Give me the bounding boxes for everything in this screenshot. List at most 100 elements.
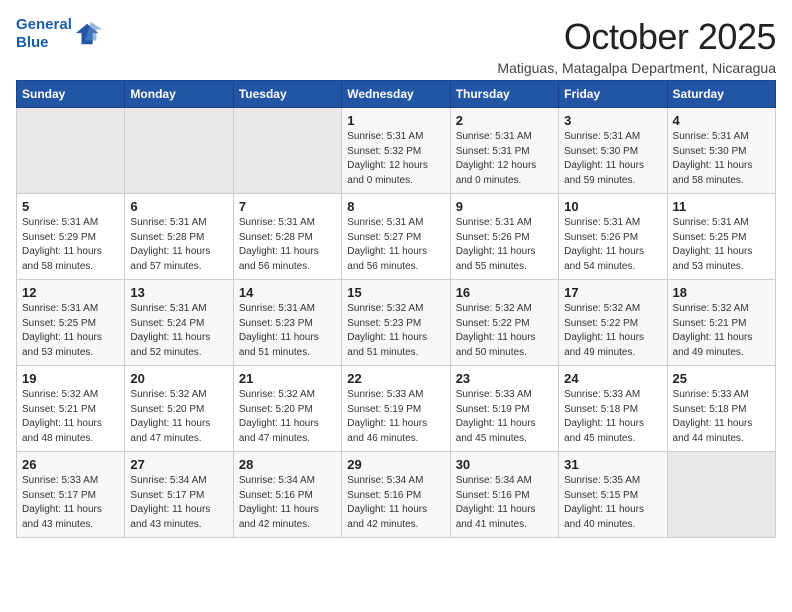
day-info: Sunrise: 5:32 AMSunset: 5:20 PMDaylight:…: [239, 388, 336, 446]
day-number: 19: [22, 371, 119, 386]
day-number: 5: [22, 199, 119, 214]
day-number: 13: [130, 285, 227, 300]
calendar-cell: 2Sunrise: 5:31 AMSunset: 5:31 PMDaylight…: [450, 108, 558, 194]
day-info: Sunrise: 5:31 AMSunset: 5:27 PMDaylight:…: [347, 216, 444, 274]
calendar-cell: 12 Sunrise: 5:31 AMSunset: 5:25 PMDayligh…: [17, 280, 125, 366]
day-number: 29: [347, 457, 444, 472]
day-number: 24: [564, 371, 661, 386]
calendar-cell: 13 Sunrise: 5:31 AMSunset: 5:24 PMDayligh…: [125, 280, 233, 366]
day-number: 1: [347, 113, 444, 128]
day-info: Sunrise: 5:31 AMSunset: 5:25 PMDaylight:…: [673, 216, 770, 274]
day-info: Sunrise: 5:31 AMSunset: 5:26 PMDaylight:…: [564, 216, 661, 274]
day-number: 4: [673, 113, 770, 128]
calendar-week-row: 1 Sunrise: 5:31 AMSunset: 5:32 PMDaylight…: [17, 108, 776, 194]
day-number: 17: [564, 285, 661, 300]
weekday-header-sunday: Sunday: [17, 81, 125, 108]
day-number: 6: [130, 199, 227, 214]
weekday-header-friday: Friday: [559, 81, 667, 108]
day-info: Sunrise: 5:32 AMSunset: 5:20 PMDaylight:…: [130, 388, 227, 446]
calendar-week-row: 26Sunrise: 5:33 AMSunset: 5:17 PMDayligh…: [17, 452, 776, 538]
day-number: 10: [564, 199, 661, 214]
calendar-cell: 24 Sunrise: 5:33 AMSunset: 5:18 PMDayligh…: [559, 366, 667, 452]
weekday-header-monday: Monday: [125, 81, 233, 108]
logo: GeneralBlue: [16, 16, 102, 52]
calendar-cell: [17, 108, 125, 194]
day-number: 26: [22, 457, 119, 472]
day-info: Sunrise: 5:34 AMSunset: 5:16 PMDaylight:…: [456, 474, 553, 532]
calendar-cell: 11 Sunrise: 5:31 AMSunset: 5:25 PMDayligh…: [667, 194, 775, 280]
day-number: 25: [673, 371, 770, 386]
day-info: Sunrise: 5:33 AMSunset: 5:18 PMDaylight:…: [564, 388, 661, 446]
day-number: 31: [564, 457, 661, 472]
calendar-cell: 28Sunrise: 5:34 AMSunset: 5:16 PMDayligh…: [233, 452, 341, 538]
weekday-header-thursday: Thursday: [450, 81, 558, 108]
day-info: Sunrise: 5:31 AMSunset: 5:25 PMDaylight:…: [22, 302, 119, 360]
day-number: 20: [130, 371, 227, 386]
day-info: Sunrise: 5:33 AMSunset: 5:19 PMDaylight:…: [456, 388, 553, 446]
calendar-cell: 16 Sunrise: 5:32 AMSunset: 5:22 PMDayligh…: [450, 280, 558, 366]
calendar-cell: 8 Sunrise: 5:31 AMSunset: 5:27 PMDaylight…: [342, 194, 450, 280]
weekday-header-tuesday: Tuesday: [233, 81, 341, 108]
day-number: 3: [564, 113, 661, 128]
day-number: 14: [239, 285, 336, 300]
day-number: 30: [456, 457, 553, 472]
day-number: 21: [239, 371, 336, 386]
calendar-cell: 30 Sunrise: 5:34 AMSunset: 5:16 PMDayligh…: [450, 452, 558, 538]
calendar-cell: 31 Sunrise: 5:35 AMSunset: 5:15 PMDayligh…: [559, 452, 667, 538]
day-number: 28: [239, 457, 336, 472]
calendar-cell: [125, 108, 233, 194]
calendar-cell: 1 Sunrise: 5:31 AMSunset: 5:32 PMDaylight…: [342, 108, 450, 194]
calendar-cell: 20 Sunrise: 5:32 AMSunset: 5:20 PMDayligh…: [125, 366, 233, 452]
calendar-cell: 22 Sunrise: 5:33 AMSunset: 5:19 PMDayligh…: [342, 366, 450, 452]
day-number: 18: [673, 285, 770, 300]
calendar-cell: 4Sunrise: 5:31 AMSunset: 5:30 PMDaylight…: [667, 108, 775, 194]
calendar-cell: 23 Sunrise: 5:33 AMSunset: 5:19 PMDayligh…: [450, 366, 558, 452]
day-info: Sunrise: 5:31 AMSunset: 5:26 PMDaylight:…: [456, 216, 553, 274]
calendar-table: SundayMondayTuesdayWednesdayThursdayFrid…: [16, 80, 776, 538]
day-info: Sunrise: 5:35 AMSunset: 5:15 PMDaylight:…: [564, 474, 661, 532]
month-title: October 2025: [497, 16, 776, 58]
calendar-cell: 10 Sunrise: 5:31 AMSunset: 5:26 PMDayligh…: [559, 194, 667, 280]
header: GeneralBlue October 2025 Matiguas, Matag…: [16, 16, 776, 76]
calendar-cell: 19Sunrise: 5:32 AMSunset: 5:21 PMDayligh…: [17, 366, 125, 452]
day-info: Sunrise: 5:32 AMSunset: 5:22 PMDaylight:…: [456, 302, 553, 360]
calendar-week-row: 19Sunrise: 5:32 AMSunset: 5:21 PMDayligh…: [17, 366, 776, 452]
day-number: 12: [22, 285, 119, 300]
calendar-cell: 7 Sunrise: 5:31 AMSunset: 5:28 PMDaylight…: [233, 194, 341, 280]
day-info: Sunrise: 5:31 AMSunset: 5:24 PMDaylight:…: [130, 302, 227, 360]
calendar-cell: 29 Sunrise: 5:34 AMSunset: 5:16 PMDayligh…: [342, 452, 450, 538]
day-info: Sunrise: 5:33 AMSunset: 5:19 PMDaylight:…: [347, 388, 444, 446]
weekday-header-saturday: Saturday: [667, 81, 775, 108]
day-number: 8: [347, 199, 444, 214]
day-info: Sunrise: 5:31 AMSunset: 5:28 PMDaylight:…: [239, 216, 336, 274]
day-info: Sunrise: 5:34 AMSunset: 5:16 PMDaylight:…: [347, 474, 444, 532]
calendar-week-row: 5 Sunrise: 5:31 AMSunset: 5:29 PMDaylight…: [17, 194, 776, 280]
day-number: 11: [673, 199, 770, 214]
calendar-cell: 18 Sunrise: 5:32 AMSunset: 5:21 PMDayligh…: [667, 280, 775, 366]
subtitle: Matiguas, Matagalpa Department, Nicaragu…: [497, 60, 776, 76]
calendar-cell: 9Sunrise: 5:31 AMSunset: 5:26 PMDaylight…: [450, 194, 558, 280]
calendar-cell: 21 Sunrise: 5:32 AMSunset: 5:20 PMDayligh…: [233, 366, 341, 452]
day-info: Sunrise: 5:31 AMSunset: 5:23 PMDaylight:…: [239, 302, 336, 360]
day-info: Sunrise: 5:31 AMSunset: 5:29 PMDaylight:…: [22, 216, 119, 274]
weekday-header-row: SundayMondayTuesdayWednesdayThursdayFrid…: [17, 81, 776, 108]
title-block: October 2025 Matiguas, Matagalpa Departm…: [497, 16, 776, 76]
day-number: 7: [239, 199, 336, 214]
weekday-header-wednesday: Wednesday: [342, 81, 450, 108]
day-info: Sunrise: 5:32 AMSunset: 5:22 PMDaylight:…: [564, 302, 661, 360]
logo-icon: [74, 20, 102, 48]
day-info: Sunrise: 5:31 AMSunset: 5:31 PMDaylight:…: [456, 130, 553, 188]
calendar-cell: 25 Sunrise: 5:33 AMSunset: 5:18 PMDayligh…: [667, 366, 775, 452]
calendar-cell: 17 Sunrise: 5:32 AMSunset: 5:22 PMDayligh…: [559, 280, 667, 366]
day-info: Sunrise: 5:31 AMSunset: 5:32 PMDaylight:…: [347, 130, 444, 188]
day-number: 22: [347, 371, 444, 386]
day-number: 23: [456, 371, 553, 386]
day-number: 27: [130, 457, 227, 472]
logo-text: GeneralBlue: [16, 16, 72, 52]
day-info: Sunrise: 5:32 AMSunset: 5:23 PMDaylight:…: [347, 302, 444, 360]
day-info: Sunrise: 5:33 AMSunset: 5:18 PMDaylight:…: [673, 388, 770, 446]
day-info: Sunrise: 5:32 AMSunset: 5:21 PMDaylight:…: [673, 302, 770, 360]
day-number: 16: [456, 285, 553, 300]
calendar-cell: 6Sunrise: 5:31 AMSunset: 5:28 PMDaylight…: [125, 194, 233, 280]
calendar-cell: 26Sunrise: 5:33 AMSunset: 5:17 PMDayligh…: [17, 452, 125, 538]
